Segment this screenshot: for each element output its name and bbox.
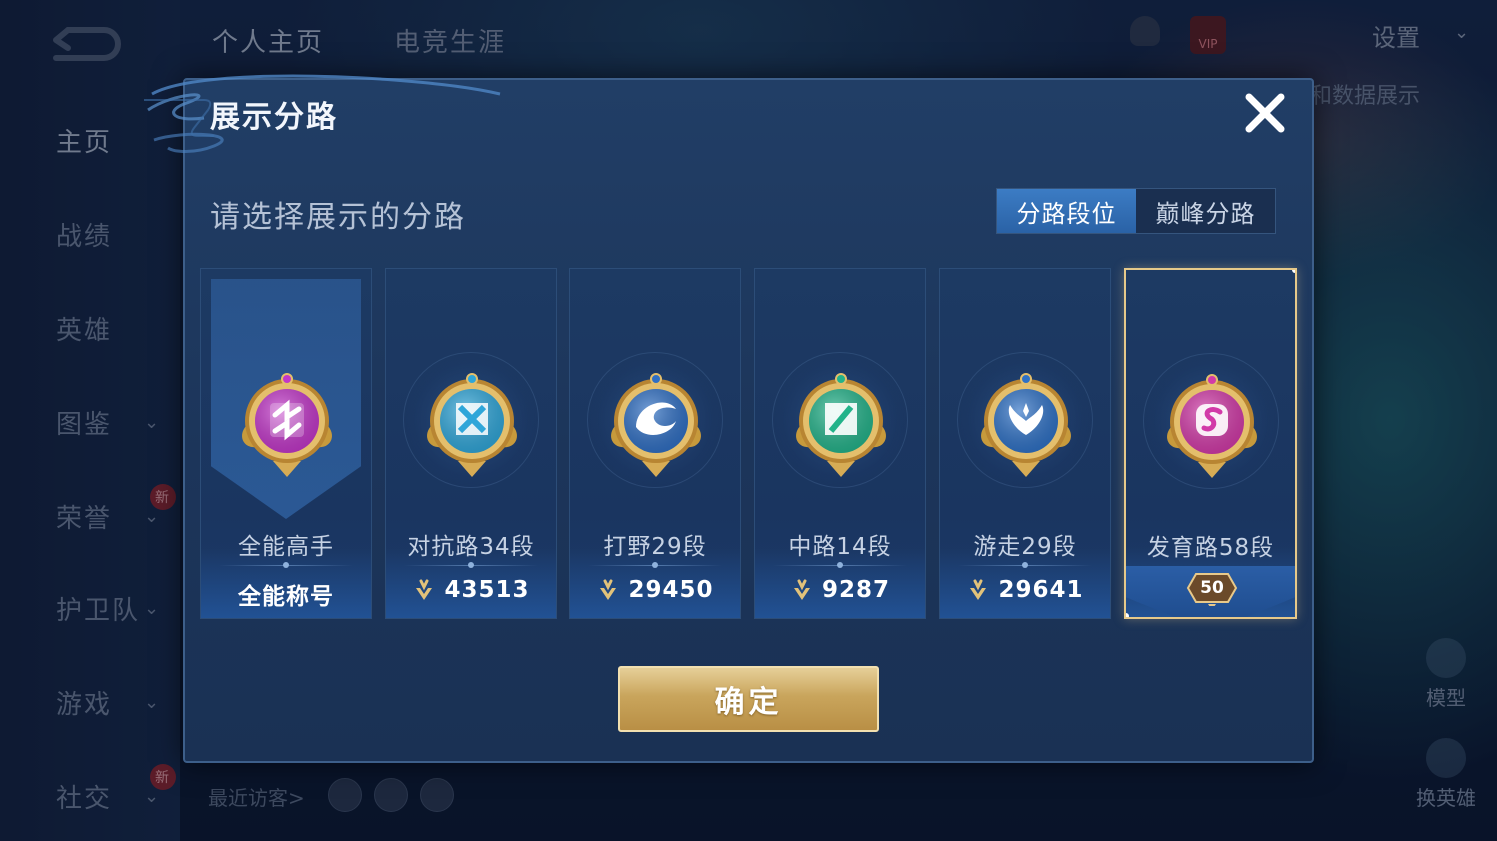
allround-lane-emblem-icon (237, 365, 337, 485)
tier-badge: 50 (1186, 570, 1238, 606)
lane-card-jungle[interactable]: 打野29段 29450 (569, 268, 741, 619)
clash-lane-emblem-icon (422, 365, 522, 485)
display-mode-toggle: 分路段位 巅峰分路 (996, 188, 1276, 234)
lane-score-value: 全能称号 (238, 584, 334, 610)
card-divider (958, 562, 1092, 568)
lane-card-clash[interactable]: 对抗路34段 43513 (385, 268, 557, 619)
close-icon (1245, 93, 1285, 133)
close-button[interactable] (1240, 88, 1290, 138)
roam-lane-emblem-icon (976, 365, 1076, 485)
lane-rank-label: 对抗路34段 (407, 534, 535, 560)
card-divider (404, 562, 538, 568)
battle-points-icon (790, 578, 814, 602)
battle-points-icon (412, 578, 436, 602)
mid-lane-emblem-icon (791, 365, 891, 485)
card-divider (219, 562, 353, 568)
battle-points-icon (966, 578, 990, 602)
lane-score: 43513 (386, 577, 556, 603)
lane-card-allround[interactable]: 全能高手 全能称号 (200, 268, 372, 619)
farm-lane-emblem-icon (1162, 366, 1262, 486)
lane-score: 29450 (570, 577, 740, 603)
lane-score: 29641 (940, 577, 1110, 603)
card-divider (773, 562, 907, 568)
confirm-button[interactable]: 确定 (618, 666, 879, 732)
lane-score-value: 29450 (628, 577, 714, 603)
tab-lane-rank[interactable]: 分路段位 (997, 189, 1136, 233)
lane-rank-label: 打野29段 (603, 534, 707, 560)
selection-corner-dot (1292, 270, 1295, 273)
dialog-title: 展示分路 (210, 100, 338, 135)
tab-peak-lane[interactable]: 巅峰分路 (1136, 189, 1275, 233)
battle-points-icon (596, 578, 620, 602)
lane-rank-label: 游走29段 (973, 534, 1077, 560)
lane-card-mid[interactable]: 中路14段 9287 (754, 268, 926, 619)
card-divider (588, 562, 722, 568)
lane-rank-label: 全能高手 (238, 534, 334, 560)
selection-corner-dot (1126, 613, 1129, 617)
select-lane-prompt: 请选择展示的分路 (210, 200, 466, 235)
lane-rank-label: 发育路58段 (1146, 535, 1275, 561)
lane-score: 9287 (755, 577, 925, 603)
lane-score-value: 9287 (821, 577, 890, 603)
lane-card-roam[interactable]: 游走29段 29641 (939, 268, 1111, 619)
jungle-lane-emblem-icon (606, 365, 706, 485)
lane-score-value: 29641 (998, 577, 1084, 603)
tier-value: 50 (1200, 578, 1224, 598)
lane-card-farm[interactable]: 发育路58段 50 (1124, 268, 1297, 619)
lane-rank-label: 中路14段 (788, 534, 892, 560)
lane-score-value: 43513 (444, 577, 530, 603)
lane-score: 全能称号 (201, 577, 371, 611)
